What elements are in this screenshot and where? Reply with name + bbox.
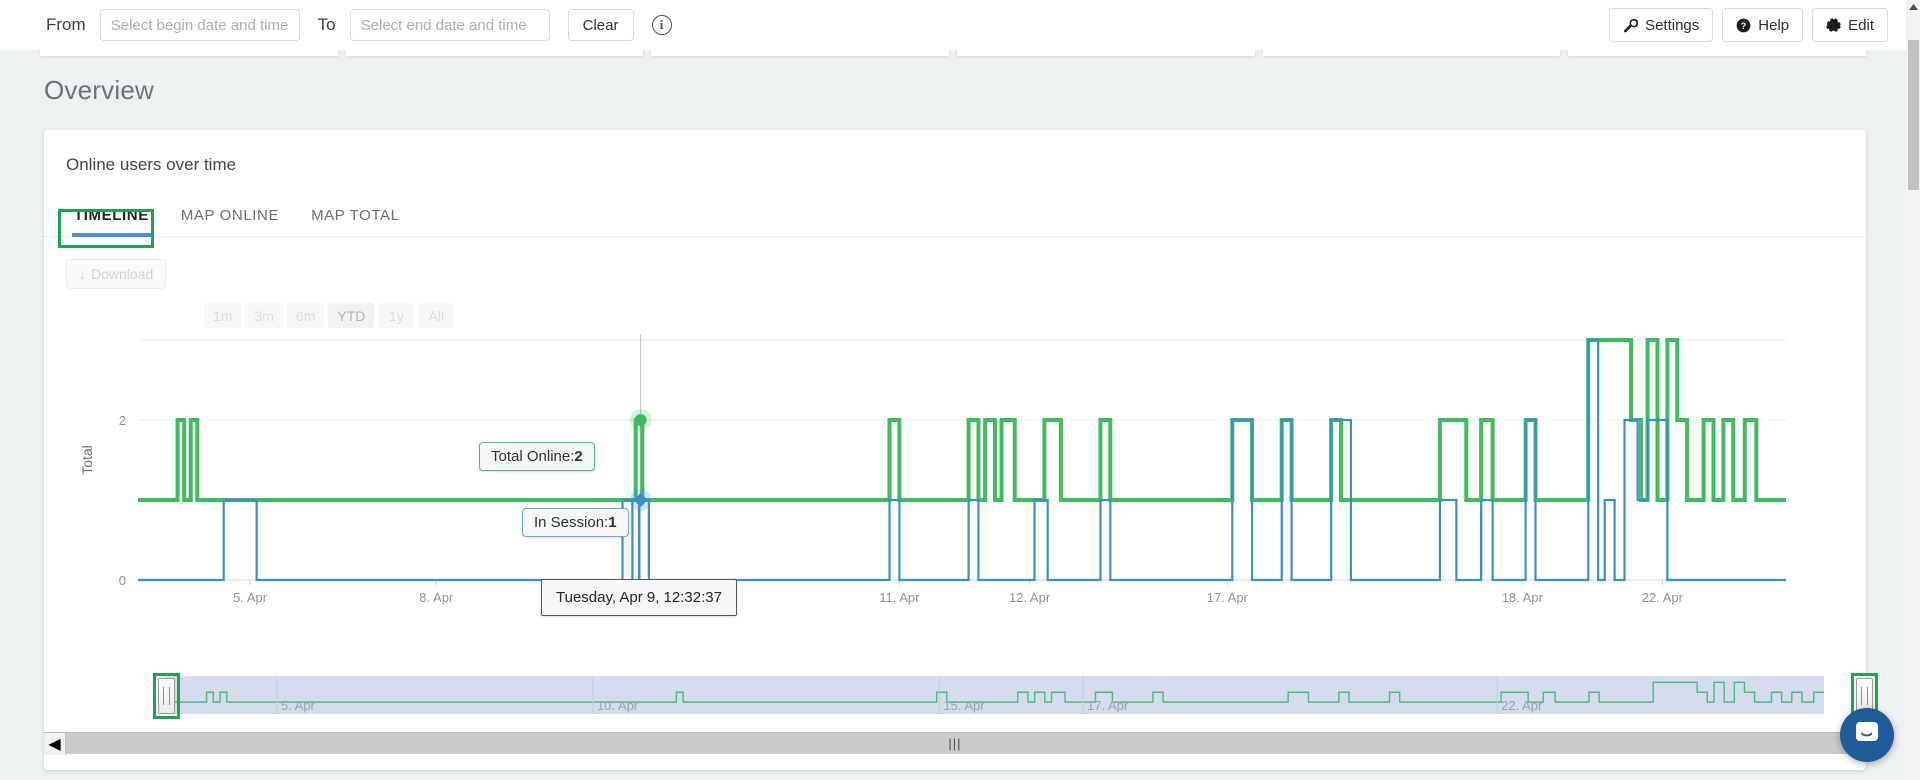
- svg-text:0: 0: [119, 573, 126, 588]
- svg-text:17. Apr: 17. Apr: [1207, 590, 1249, 605]
- wrench-icon: [1623, 18, 1639, 33]
- tab-map-online[interactable]: MAP ONLINE: [165, 207, 295, 236]
- svg-text:22. Apr: 22. Apr: [1642, 590, 1684, 605]
- tooltip-total-online-value: 2: [574, 448, 583, 465]
- svg-text:5. Apr: 5. Apr: [233, 590, 268, 605]
- date-filter-toolbar: From To Clear i Settings ? Help Edit: [0, 0, 1906, 50]
- download-button[interactable]: ↓ Download: [66, 259, 167, 289]
- range-button-ytd[interactable]: YTD: [328, 303, 375, 328]
- end-date-input[interactable]: [349, 9, 550, 41]
- panel-title: Online users over time: [66, 155, 237, 174]
- scroll-up-arrow-icon[interactable]: [1906, 0, 1920, 14]
- navigator-left-handle[interactable]: [158, 678, 175, 714]
- range-button-6m[interactable]: 6m: [286, 303, 325, 328]
- clear-button[interactable]: Clear: [567, 9, 634, 41]
- help-label: Help: [1758, 16, 1790, 34]
- chart-horizontal-scrollbar[interactable]: ◀ |||: [44, 732, 1866, 755]
- tooltip-in-session: In Session:1: [522, 508, 629, 537]
- tab-timeline[interactable]: TIMELINE: [58, 207, 165, 237]
- svg-text:12. Apr: 12. Apr: [1009, 590, 1051, 605]
- tab-map-total[interactable]: MAP TOTAL: [295, 207, 416, 236]
- svg-text:11. Apr: 11. Apr: [879, 590, 920, 605]
- chat-bubble-button[interactable]: [1840, 708, 1894, 762]
- scrollbar-grip[interactable]: |||: [948, 736, 961, 751]
- svg-text:18. Apr: 18. Apr: [1502, 590, 1544, 605]
- edit-button[interactable]: Edit: [1812, 8, 1888, 42]
- scrollbar-left-arrow[interactable]: ◀: [44, 732, 66, 755]
- page-scrollbar-thumb[interactable]: [1908, 40, 1919, 190]
- svg-text:17. Apr: 17. Apr: [1087, 698, 1129, 713]
- svg-text:10. Apr: 10. Apr: [597, 698, 639, 713]
- svg-text:15. Apr: 15. Apr: [943, 698, 985, 713]
- download-label: Download: [91, 266, 154, 282]
- question-circle-icon: ?: [1736, 18, 1751, 33]
- help-button[interactable]: ? Help: [1722, 8, 1804, 42]
- page-content: Overview Online users over time TIMELINE…: [0, 50, 1906, 780]
- svg-text:Total: Total: [79, 445, 95, 475]
- gear-icon: [1826, 17, 1841, 33]
- tooltip-date: Tuesday, Apr 9, 12:32:37: [541, 579, 737, 616]
- range-button-1m[interactable]: 1m: [204, 303, 242, 328]
- panel-tabs: TIMELINE MAP ONLINE MAP TOTAL: [44, 193, 1866, 237]
- download-arrow-icon: ↓: [79, 266, 86, 282]
- tooltip-in-session-value: 1: [608, 514, 617, 531]
- range-button-3m[interactable]: 3m: [245, 303, 283, 328]
- svg-text:?: ?: [1741, 20, 1747, 30]
- svg-text:5. Apr: 5. Apr: [281, 698, 316, 713]
- online-users-panel: Online users over time TIMELINE MAP ONLI…: [44, 130, 1878, 770]
- settings-button[interactable]: Settings: [1609, 8, 1714, 42]
- range-button-1y[interactable]: 1y: [378, 303, 415, 328]
- from-label: From: [46, 15, 86, 34]
- info-icon[interactable]: i: [651, 15, 672, 35]
- toolbar-actions: Settings ? Help Edit: [1609, 8, 1888, 42]
- navigator-plot[interactable]: 5. Apr 10. Apr 15. Apr 17. Apr 22. Apr: [44, 672, 1824, 722]
- settings-label: Settings: [1645, 16, 1700, 34]
- svg-text:22. Apr: 22. Apr: [1501, 698, 1543, 713]
- chart-navigator[interactable]: 5. Apr 10. Apr 15. Apr 17. Apr 22. Apr: [44, 672, 1878, 728]
- range-selector: 1m 3m 6m YTD 1y All: [204, 303, 1866, 328]
- to-label: To: [317, 15, 336, 34]
- tooltip-total-online-label: Total Online:: [491, 448, 575, 465]
- tooltip-in-session-label: In Session:: [534, 514, 609, 531]
- chat-bubble-icon: [1853, 719, 1881, 752]
- svg-text:2: 2: [119, 413, 126, 428]
- range-button-all[interactable]: All: [418, 303, 455, 328]
- edit-label: Edit: [1848, 16, 1874, 34]
- begin-date-input[interactable]: [99, 9, 300, 41]
- page-title: Overview: [44, 75, 154, 105]
- svg-text:8. Apr: 8. Apr: [419, 590, 454, 605]
- tooltip-total-online: Total Online:2: [479, 442, 595, 471]
- chart-plot-area[interactable]: 0 2 Total 5. Apr 8. Apr 11. Apr 12. Apr 17. Apr…: [44, 332, 1824, 632]
- page-scrollbar[interactable]: [1906, 0, 1920, 780]
